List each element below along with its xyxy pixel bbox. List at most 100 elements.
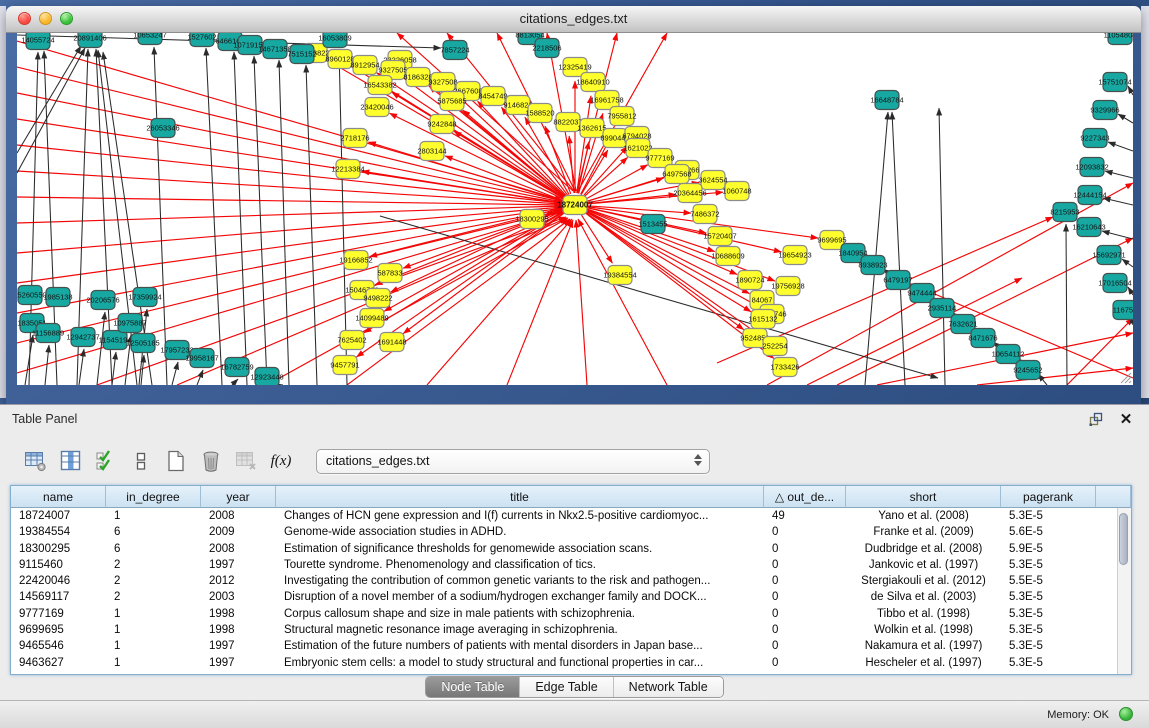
graph-node-label: 2803144 bbox=[417, 147, 446, 156]
table-cell: 2003 bbox=[201, 589, 276, 605]
close-panel-icon[interactable]: ✕ bbox=[1117, 410, 1135, 428]
table-cell: 1997 bbox=[201, 638, 276, 654]
network-canvas[interactable]: 7463822896012889129542322605893275051654… bbox=[17, 33, 1133, 385]
table-cell: 2 bbox=[106, 589, 201, 605]
scrollbar-thumb[interactable] bbox=[1119, 513, 1128, 565]
window-titlebar[interactable]: citations_edges.txt bbox=[6, 6, 1141, 33]
column-header[interactable]: year bbox=[201, 486, 276, 508]
graph-node-label: 12923448 bbox=[250, 373, 283, 382]
graph-node-label: 7857224 bbox=[440, 46, 469, 55]
table-row[interactable]: 2242004622012Investigating the contribut… bbox=[11, 573, 1118, 589]
table-settings-icon[interactable] bbox=[22, 447, 50, 475]
graph-node-label: 10975887 bbox=[113, 319, 146, 328]
graph-node-label: 1527602 bbox=[187, 33, 216, 42]
graph-node-label: 15692971 bbox=[1092, 251, 1125, 260]
table-cell: 0 bbox=[764, 524, 846, 540]
table-cell: Estimation of the future numbers of pati… bbox=[276, 638, 764, 654]
graph-node-label: 11156889 bbox=[32, 329, 64, 338]
graph-node-label: 8938923 bbox=[858, 261, 887, 270]
table-cell: Wolkin et al. (1998) bbox=[846, 622, 1001, 638]
tab-edge-table[interactable]: Edge Table bbox=[519, 677, 612, 697]
show-columns-icon[interactable] bbox=[57, 447, 85, 475]
table-cell: 0 bbox=[764, 606, 846, 622]
graph-node-label: 1985138 bbox=[43, 293, 72, 302]
table-cell: Tibbo et al. (1998) bbox=[846, 606, 1001, 622]
table-panel-header: Table Panel ✕ bbox=[0, 405, 1149, 433]
graph-node-label: 19654923 bbox=[778, 251, 811, 260]
unselect-all-icon[interactable] bbox=[127, 447, 155, 475]
new-document-icon[interactable] bbox=[162, 447, 190, 475]
graph-node-label: 7625402 bbox=[337, 336, 366, 345]
table-cell: 2009 bbox=[201, 524, 276, 540]
table-cell: Structural magnetic resonance image aver… bbox=[276, 622, 764, 638]
table-cell: Dudbridge et al. (2008) bbox=[846, 541, 1001, 557]
column-header[interactable]: name bbox=[11, 486, 106, 508]
table-row[interactable]: 1830029562008Estimation of significance … bbox=[11, 541, 1118, 557]
table-cell: 1998 bbox=[201, 622, 276, 638]
graph-node-label: 18640910 bbox=[576, 78, 609, 87]
table-cell: 1 bbox=[106, 606, 201, 622]
table-panel: Table Panel ✕ bbox=[0, 404, 1149, 728]
graph-node-label: 12444154 bbox=[1073, 191, 1106, 200]
graph-node-label: 8454749 bbox=[478, 92, 507, 101]
graph-node-label: 20206576 bbox=[86, 296, 119, 305]
graph-node-label: 18724007 bbox=[557, 201, 593, 210]
graph-node-label: 15751074 bbox=[1098, 78, 1131, 87]
table-row[interactable]: 946554611997Estimation of the future num… bbox=[11, 638, 1118, 654]
delete-icon[interactable] bbox=[197, 447, 225, 475]
graph-node-label: 1588520 bbox=[525, 109, 554, 118]
graph-node-label: 10688609 bbox=[711, 252, 744, 261]
table-row[interactable]: 1456911722003Disruption of a novel membe… bbox=[11, 589, 1118, 605]
table-row[interactable]: 1938455462009Genome-wide association stu… bbox=[11, 524, 1118, 540]
table-vertical-scrollbar[interactable] bbox=[1117, 508, 1131, 674]
table-cell: 5.3E-5 bbox=[1001, 638, 1096, 654]
graph-node-label: 9699695 bbox=[817, 236, 846, 245]
table-cell: 1 bbox=[106, 638, 201, 654]
table-header-row: namein_degreeyeartitle△ out_de...shortpa… bbox=[11, 486, 1131, 508]
function-builder-icon[interactable]: f(x) bbox=[267, 447, 295, 475]
table-toolbar: f(x) citations_edges.txt bbox=[0, 441, 710, 481]
graph-node-label: 16648784 bbox=[870, 96, 903, 105]
table-cell: Embryonic stem cells: a model to study s… bbox=[276, 655, 764, 671]
graph-node-label: 9329966 bbox=[1090, 106, 1119, 115]
column-header[interactable]: short bbox=[846, 486, 1001, 508]
graph-node-label: 20891406 bbox=[73, 34, 106, 43]
column-header[interactable]: △ out_de... bbox=[764, 486, 846, 508]
table-row[interactable]: 946362711997Embryonic stem cells: a mode… bbox=[11, 655, 1118, 671]
graph-node-label: 3624554 bbox=[698, 176, 727, 185]
graph-node-label: 20364456 bbox=[673, 189, 706, 198]
table-row[interactable]: 969969511998Structural magnetic resonanc… bbox=[11, 622, 1118, 638]
graph-node-label: 11054808 bbox=[1104, 33, 1133, 40]
tab-node-table[interactable]: Node Table bbox=[426, 677, 519, 697]
table-cell: 1 bbox=[106, 622, 201, 638]
table-row[interactable]: 977716911998Corpus callosum shape and si… bbox=[11, 606, 1118, 622]
graph-node-label: 116753 bbox=[1113, 306, 1133, 315]
window-title: citations_edges.txt bbox=[6, 11, 1141, 26]
table-row[interactable]: 1872400712008Changes of HCN gene express… bbox=[11, 508, 1118, 524]
table-cell: 0 bbox=[764, 638, 846, 654]
table-cell: de Silva et al. (2003) bbox=[846, 589, 1001, 605]
table-cell: 0 bbox=[764, 622, 846, 638]
table-cell bbox=[1096, 589, 1118, 605]
column-header[interactable]: pagerank bbox=[1001, 486, 1096, 508]
float-panel-icon[interactable] bbox=[1087, 410, 1105, 428]
column-header[interactable]: title bbox=[276, 486, 764, 508]
graph-node-label: 7515152 bbox=[287, 50, 316, 59]
column-header[interactable]: in_degree bbox=[106, 486, 201, 508]
table-cell: 5.3E-5 bbox=[1001, 622, 1096, 638]
network-table-selector[interactable]: citations_edges.txt bbox=[316, 449, 710, 474]
graph-node-label: 18300295 bbox=[515, 215, 548, 224]
graph-node-label: 19958167 bbox=[185, 354, 218, 363]
column-header[interactable] bbox=[1096, 486, 1131, 508]
tab-network-table[interactable]: Network Table bbox=[613, 677, 723, 697]
table-row[interactable]: 911546021997Tourette syndrome. Phenomeno… bbox=[11, 557, 1118, 573]
table-cell: 18300295 bbox=[11, 541, 106, 557]
table-cell: 5.3E-5 bbox=[1001, 589, 1096, 605]
graph-node-label: 6479197 bbox=[883, 276, 912, 285]
delete-table-icon bbox=[232, 447, 260, 475]
memory-status-indicator[interactable] bbox=[1119, 707, 1133, 721]
table-cell: Genome-wide association studies in ADHD. bbox=[276, 524, 764, 540]
select-all-icon[interactable] bbox=[92, 447, 120, 475]
graph-node-label: 26053346 bbox=[146, 124, 179, 133]
table-cell bbox=[1096, 606, 1118, 622]
